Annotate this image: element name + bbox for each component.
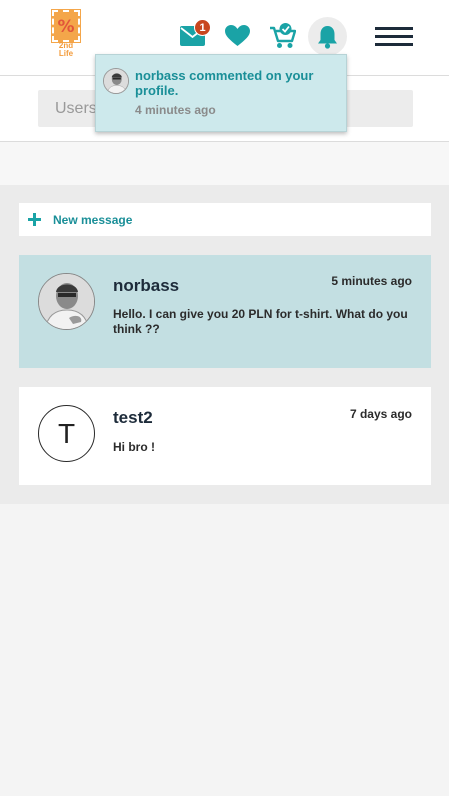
mail-badge: 1 [194,19,211,36]
bell-icon [318,26,337,49]
spacer-strip [0,142,449,185]
avatar [38,273,95,330]
messages-panel: New message norbass 5 minutes ago Hello.… [0,185,449,504]
logo-symbol: % [57,17,75,37]
notification-popup[interactable]: norbass commented on your profile. 4 min… [95,54,347,132]
conversation-name: norbass [113,276,180,295]
logo[interactable]: % 2nd Life [51,9,81,60]
cart-icon[interactable] [270,22,296,49]
conversation-preview: Hello. I can give you 20 PLN for t-shirt… [113,307,408,336]
notifications-button[interactable] [308,17,347,56]
logo-tag-icon: % [51,9,81,43]
hamburger-menu-icon[interactable] [375,27,413,46]
conversation-item[interactable]: norbass 5 minutes ago Hello. I can give … [19,255,431,368]
notification-text: norbass commented on your profile. [135,68,314,98]
plus-icon [28,213,41,226]
logo-text: 2nd Life [58,41,74,58]
notification-time: 4 minutes ago [135,103,216,117]
avatar: T [38,405,95,462]
user-photo-icon [104,69,128,93]
conversation-name: test2 [113,408,153,427]
heart-icon[interactable] [225,25,250,47]
notification-avatar [103,68,129,94]
new-message-button[interactable]: New message [19,203,431,236]
conversation-item[interactable]: T test2 7 days ago Hi bro ! [19,387,431,485]
conversation-time: 5 minutes ago [331,274,412,288]
user-photo-icon [39,274,94,329]
new-message-label: New message [53,213,133,227]
conversation-preview: Hi bro ! [113,440,155,454]
conversation-time: 7 days ago [349,407,412,421]
